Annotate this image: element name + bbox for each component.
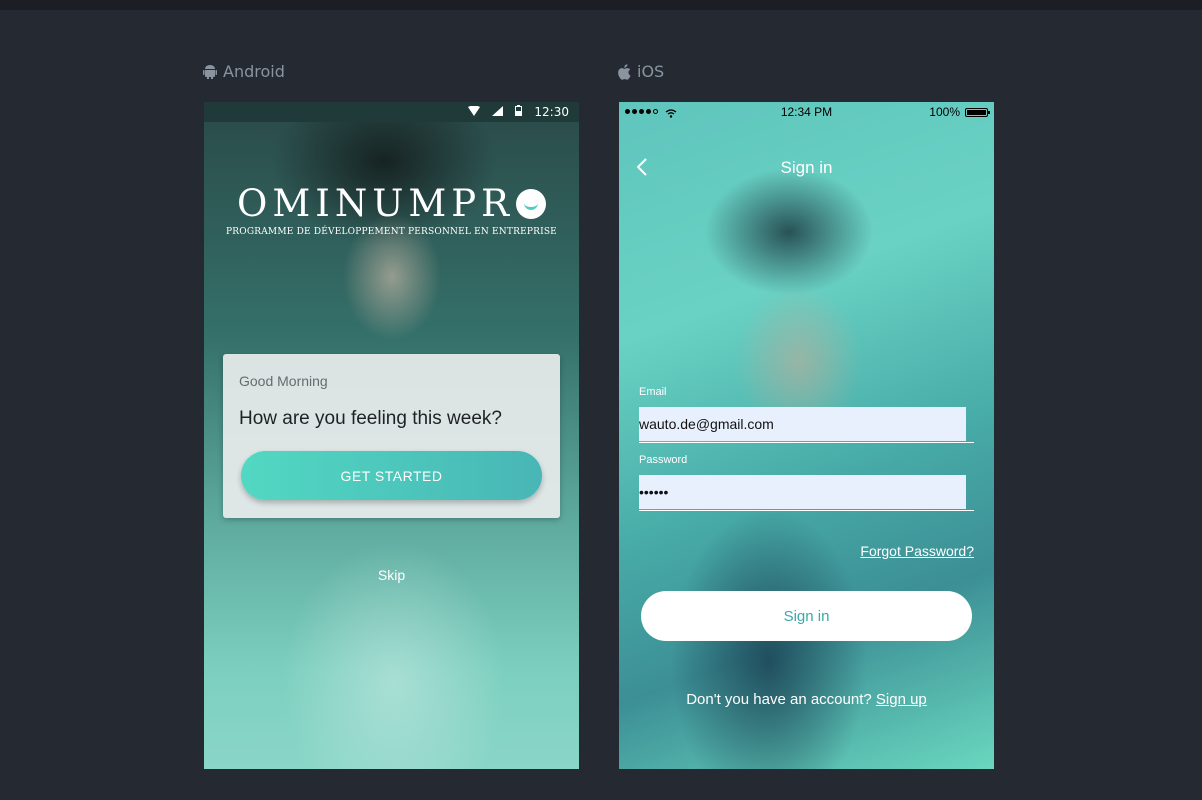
email-field[interactable] xyxy=(639,407,966,441)
signup-prompt-text: Don't you have an account? xyxy=(686,691,872,708)
android-background-overlay xyxy=(234,482,564,769)
logo-wordmark: OMINUMPR xyxy=(236,182,515,225)
password-underline xyxy=(639,510,974,511)
ios-section-label: iOS xyxy=(618,62,664,81)
sign-up-link[interactable]: Sign up xyxy=(876,691,927,708)
email-underline xyxy=(639,442,974,443)
password-field[interactable] xyxy=(639,475,966,509)
logo-subtitle: PROGRAMME DE DÉVELOPPEMENT PERSONNEL EN … xyxy=(226,227,557,237)
skip-link[interactable]: Skip xyxy=(204,567,579,583)
ios-label-text: iOS xyxy=(637,62,665,81)
ios-screen: 12:34 PM 100% Sign in Email Password For… xyxy=(619,102,994,769)
android-status-bar: 12:30 xyxy=(204,102,579,122)
greeting-text: Good Morning xyxy=(239,373,328,389)
android-screen: 12:30 OMINUMPR PROGRAMME DE DÉVELOPPEMEN… xyxy=(204,102,579,769)
chat-bubble-icon xyxy=(516,188,547,219)
signup-prompt-row: Don't you have an account? Sign up xyxy=(619,691,994,708)
password-label: Password xyxy=(639,454,688,466)
battery-percentage: 100% xyxy=(929,105,960,119)
wifi-icon xyxy=(468,105,481,119)
email-label: Email xyxy=(639,386,667,398)
forgot-password-link[interactable]: Forgot Password? xyxy=(860,543,974,559)
feeling-question: How are you feeling this week? xyxy=(239,408,502,429)
top-bar xyxy=(0,0,1202,10)
mood-card: Good Morning How are you feeling this we… xyxy=(223,354,560,518)
ominumpro-logo: OMINUMPR PROGRAMME DE DÉVELOPPEMENT PERS… xyxy=(204,182,579,237)
sign-in-button[interactable]: Sign in xyxy=(641,591,972,641)
battery-icon xyxy=(965,108,990,117)
apple-icon xyxy=(618,63,631,80)
ios-status-bar: 12:34 PM 100% xyxy=(619,102,994,122)
android-status-time: 12:30 xyxy=(534,105,569,119)
android-section-label: Android xyxy=(203,62,285,81)
android-icon xyxy=(203,64,217,80)
battery-icon xyxy=(515,105,523,119)
signal-icon xyxy=(492,105,504,119)
page-title: Sign in xyxy=(780,158,833,177)
get-started-button[interactable]: GET STARTED xyxy=(241,451,542,500)
android-label-text: Android xyxy=(223,62,285,81)
